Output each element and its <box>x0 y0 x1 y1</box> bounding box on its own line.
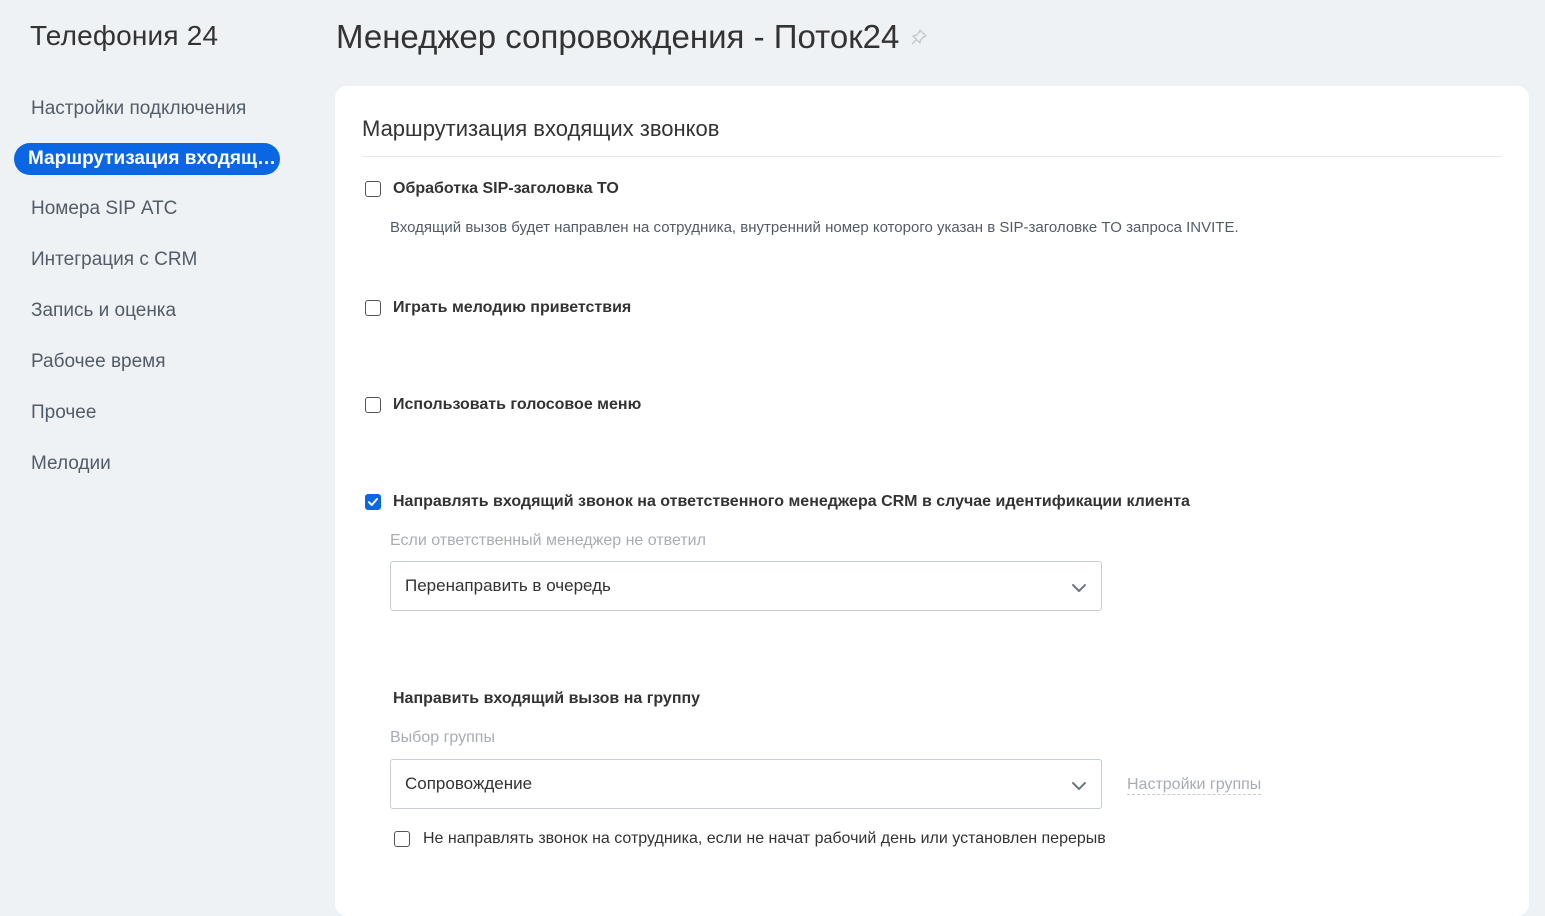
sidebar-item-crm-integration[interactable]: Интеграция с CRM <box>14 243 280 277</box>
check-icon <box>368 498 378 506</box>
page-title-text: Менеджер сопровождения - Поток24 <box>336 18 900 55</box>
chevron-down-icon <box>1071 777 1087 797</box>
sidebar-item-label: Маршрутизация входящих звонков <box>28 148 280 169</box>
select-value: Перенаправить в очередь <box>405 576 611 595</box>
group-heading: Направить входящий вызов на группу <box>393 690 701 707</box>
ivr-checkbox[interactable] <box>365 397 381 413</box>
divider <box>362 156 1502 157</box>
no-break-checkbox[interactable] <box>394 831 410 847</box>
sip-to-label: Обработка SIP-заголовка TO <box>393 180 619 197</box>
section-title: Маршрутизация входящих звонков <box>362 116 720 141</box>
select-value: Сопровождение <box>405 774 533 793</box>
settings-panel: Маршрутизация входящих звонков Обработка… <box>335 86 1529 916</box>
ivr-option[interactable]: Использовать голосовое меню <box>365 396 641 414</box>
sidebar-item-working-time[interactable]: Рабочее время <box>14 345 280 379</box>
sidebar-item-label: Настройки подключения <box>31 98 247 119</box>
pin-icon[interactable] <box>909 27 929 47</box>
app-title: Телефония 24 <box>30 20 219 51</box>
sidebar-item-label: Рабочее время <box>31 351 166 372</box>
greeting-checkbox[interactable] <box>365 300 381 316</box>
crm-manager-label: Направлять входящий звонок на ответствен… <box>393 493 1190 510</box>
no-break-label: Не направлять звонок на сотрудника, если… <box>423 830 1106 847</box>
ivr-label: Использовать голосовое меню <box>393 396 642 413</box>
no-break-option[interactable]: Не направлять звонок на сотрудника, если… <box>394 830 1106 848</box>
sidebar-item-label: Номера SIP АТС <box>31 198 178 219</box>
sidebar-item-melodies[interactable]: Мелодии <box>14 447 280 481</box>
sidebar-item-connection-settings[interactable]: Настройки подключения <box>14 92 280 126</box>
sidebar-item-recording[interactable]: Запись и оценка <box>14 294 280 328</box>
sip-to-description: Входящий вызов будет направлен на сотруд… <box>390 219 1239 236</box>
chevron-down-icon <box>1071 579 1087 599</box>
greeting-label: Играть мелодию приветствия <box>393 299 632 316</box>
sidebar-item-other[interactable]: Прочее <box>14 396 280 430</box>
sidebar-item-incoming-routing[interactable]: Маршрутизация входящих звонков <box>14 143 280 175</box>
sidebar-item-label: Запись и оценка <box>31 300 177 321</box>
crm-manager-hint: Если ответственный менеджер не ответил <box>390 532 706 549</box>
page-title: Менеджер сопровождения - Поток24 <box>336 18 929 56</box>
sidebar: Настройки подключения Маршрутизация вход… <box>14 92 284 498</box>
crm-manager-checkbox[interactable] <box>365 494 381 510</box>
group-settings-link[interactable]: Настройки группы <box>1127 776 1262 795</box>
group-hint: Выбор группы <box>390 729 495 746</box>
no-answer-action-select[interactable]: Перенаправить в очередь <box>390 561 1102 611</box>
sidebar-item-sip-numbers[interactable]: Номера SIP АТС <box>14 192 280 226</box>
group-select[interactable]: Сопровождение <box>390 759 1102 809</box>
greeting-option[interactable]: Играть мелодию приветствия <box>365 299 631 317</box>
sidebar-item-label: Мелодии <box>31 453 111 474</box>
sidebar-item-label: Интеграция с CRM <box>31 249 198 270</box>
crm-manager-option[interactable]: Направлять входящий звонок на ответствен… <box>365 493 1190 511</box>
sip-to-checkbox[interactable] <box>365 181 381 197</box>
sidebar-item-label: Прочее <box>31 402 97 423</box>
sip-to-option[interactable]: Обработка SIP-заголовка TO <box>365 180 619 198</box>
